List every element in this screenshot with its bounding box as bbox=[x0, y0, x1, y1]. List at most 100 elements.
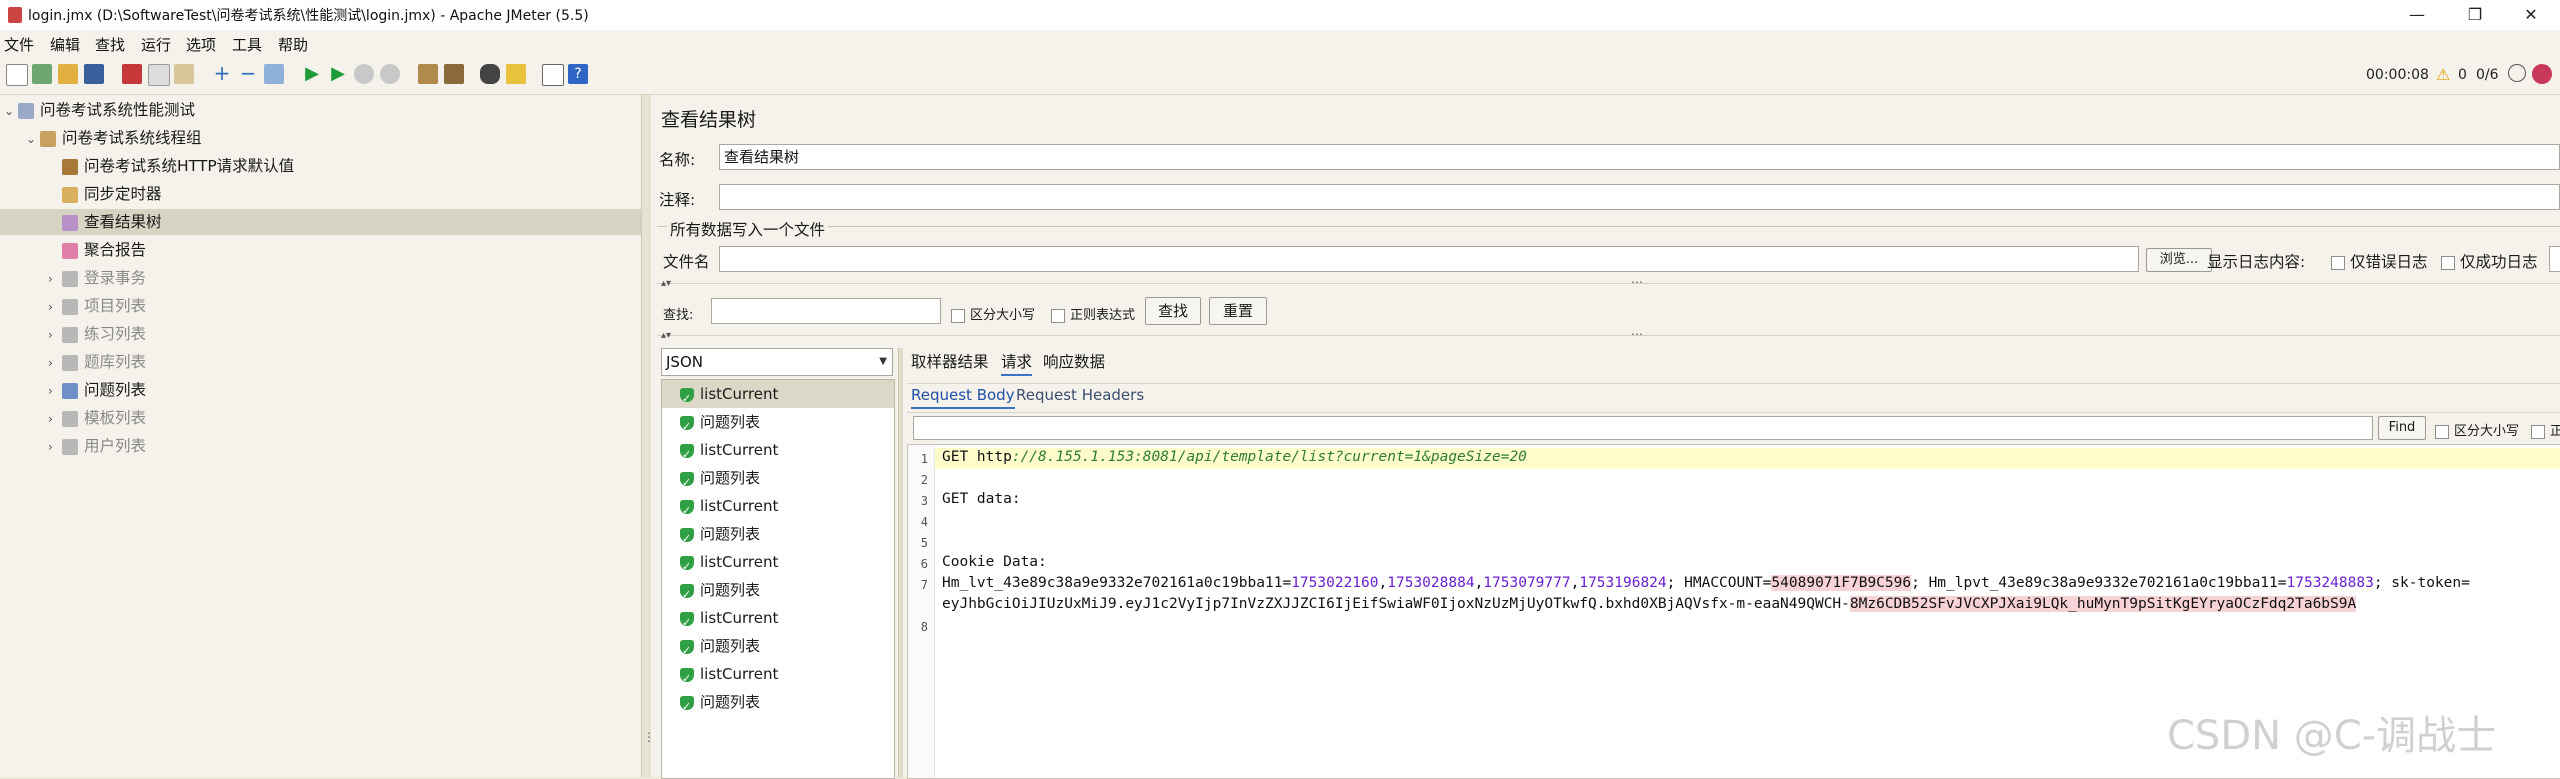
result-item[interactable]: 问题列表 bbox=[662, 576, 894, 609]
result-item[interactable]: 问题列表 bbox=[662, 408, 894, 441]
drag-handle-icon-2[interactable]: ⋯ bbox=[1631, 327, 1643, 341]
collapsed-arrow-icon[interactable]: › bbox=[48, 322, 62, 348]
maximize-button[interactable]: ❐ bbox=[2446, 0, 2504, 30]
find-case-checkbox[interactable]: 区分大小写 bbox=[2435, 420, 2519, 439]
collapsed-arrow-icon[interactable]: › bbox=[48, 294, 62, 320]
tree-node[interactable]: › 项目列表 bbox=[0, 293, 641, 319]
paste-icon[interactable] bbox=[174, 64, 194, 84]
start-icon[interactable]: ▶ bbox=[302, 64, 322, 84]
collapsed-arrow-icon[interactable]: › bbox=[48, 350, 62, 376]
case-sensitive-checkbox[interactable]: 区分大小写 bbox=[951, 304, 1035, 323]
result-item[interactable]: listCurrent bbox=[662, 492, 894, 525]
search-icon[interactable] bbox=[480, 64, 500, 84]
collapse-arrows-icon-2[interactable]: ▴▾ bbox=[661, 330, 671, 341]
reset-button[interactable]: 重置 bbox=[1209, 297, 1267, 325]
collapse-icon[interactable]: − bbox=[238, 63, 258, 84]
success-only-label: 仅成功日志 bbox=[2460, 253, 2538, 271]
tree-node[interactable]: › 问题列表 bbox=[0, 377, 641, 403]
cut-icon[interactable] bbox=[122, 64, 142, 84]
tree-node[interactable]: › 题库列表 bbox=[0, 349, 641, 375]
help-icon[interactable]: ? bbox=[568, 64, 588, 84]
result-item[interactable]: listCurrent bbox=[662, 380, 894, 413]
drag-handle-icon[interactable]: ⋯ bbox=[1631, 275, 1643, 289]
clear-all-icon[interactable] bbox=[444, 64, 464, 84]
subtab-request-body[interactable]: Request Body bbox=[911, 386, 1015, 409]
tree-node[interactable]: › 用户列表 bbox=[0, 433, 641, 459]
tree-node[interactable]: 同步定时器 bbox=[0, 181, 641, 207]
result-item[interactable]: 问题列表 bbox=[662, 520, 894, 553]
code-line-1: GET http://8.155.1.153:8081/api/template… bbox=[942, 449, 1527, 465]
collapsed-arrow-icon[interactable]: › bbox=[48, 378, 62, 404]
remote-icon[interactable] bbox=[2508, 64, 2526, 82]
renderer-select[interactable]: JSON ▼ bbox=[661, 348, 893, 376]
tree-node[interactable]: 查看结果树 bbox=[0, 209, 641, 235]
tab-request[interactable]: 请求 bbox=[1001, 350, 1033, 376]
expanded-arrow-icon[interactable]: ⌄ bbox=[4, 98, 18, 124]
result-item[interactable]: listCurrent bbox=[662, 660, 894, 693]
expand-icon[interactable]: + bbox=[212, 63, 232, 84]
save-icon[interactable] bbox=[84, 64, 104, 84]
collapsed-arrow-icon[interactable]: › bbox=[48, 406, 62, 432]
result-item[interactable]: listCurrent bbox=[662, 436, 894, 469]
tree-node[interactable]: ⌄ 问卷考试系统线程组 bbox=[0, 125, 641, 151]
collapse-arrows-icon[interactable]: ▴▾ bbox=[661, 278, 671, 289]
stop-icon[interactable] bbox=[354, 64, 374, 84]
menu-options[interactable]: 选项 bbox=[186, 34, 216, 55]
minimize-button[interactable]: — bbox=[2388, 0, 2446, 30]
regex-checkbox[interactable]: 正则表达式 bbox=[1051, 304, 1135, 323]
function-helper-icon[interactable] bbox=[542, 64, 564, 86]
collapsed-arrow-icon[interactable]: › bbox=[48, 266, 62, 292]
menu-search[interactable]: 查找 bbox=[95, 34, 125, 55]
result-item-label: 问题列表 bbox=[700, 693, 761, 711]
code-line-7-wrap: eyJhbGciOiJIUzUxMiJ9.eyJ1c2VyIjp7InVzZXJ… bbox=[942, 596, 2357, 612]
copy-icon[interactable] bbox=[148, 64, 170, 86]
result-item[interactable]: 问题列表 bbox=[662, 632, 894, 665]
result-item[interactable]: 问题列表 bbox=[662, 464, 894, 497]
tree-node[interactable]: › 登录事务 bbox=[0, 265, 641, 291]
menu-help[interactable]: 帮助 bbox=[278, 34, 308, 55]
tree-node[interactable]: 聚合报告 bbox=[0, 237, 641, 263]
log-viewer-icon[interactable] bbox=[2532, 64, 2552, 84]
find-regex-checkbox[interactable]: 正 bbox=[2531, 420, 2560, 439]
tab-sampler-result[interactable]: 取样器结果 bbox=[911, 350, 989, 372]
search-button[interactable]: 查找 bbox=[1145, 297, 1201, 325]
result-item[interactable]: listCurrent bbox=[662, 604, 894, 637]
subtab-request-headers[interactable]: Request Headers bbox=[1016, 386, 1144, 404]
search-field[interactable] bbox=[711, 298, 941, 324]
new-icon[interactable] bbox=[6, 64, 28, 86]
comment-field[interactable] bbox=[719, 184, 2560, 210]
tab-response-data[interactable]: 响应数据 bbox=[1043, 350, 1105, 372]
tree-node[interactable]: › 练习列表 bbox=[0, 321, 641, 347]
errors-only-checkbox[interactable]: 仅错误日志 bbox=[2331, 250, 2428, 272]
results-splitter[interactable] bbox=[898, 348, 903, 777]
close-button[interactable]: ✕ bbox=[2502, 0, 2560, 30]
transaction-icon bbox=[62, 354, 78, 371]
open-icon[interactable] bbox=[58, 64, 78, 84]
tree-node-label: 模板列表 bbox=[84, 409, 147, 427]
shutdown-icon[interactable] bbox=[380, 64, 400, 84]
expanded-arrow-icon[interactable]: ⌄ bbox=[26, 126, 40, 152]
tree-node[interactable]: ⌄ 问卷考试系统性能测试 bbox=[0, 97, 641, 123]
success-only-checkbox[interactable]: 仅成功日志 bbox=[2441, 250, 2538, 272]
name-field[interactable]: 查看结果树 bbox=[719, 144, 2560, 170]
warning-icon[interactable]: ⚠ bbox=[2436, 65, 2450, 84]
menu-run[interactable]: 运行 bbox=[141, 34, 171, 55]
collapsed-arrow-icon[interactable]: › bbox=[48, 434, 62, 460]
menu-tools[interactable]: 工具 bbox=[232, 34, 262, 55]
templates-icon[interactable] bbox=[32, 64, 52, 84]
find-field[interactable] bbox=[913, 416, 2373, 440]
result-item[interactable]: 问题列表 bbox=[662, 688, 894, 721]
menu-edit[interactable]: 编辑 bbox=[50, 34, 80, 55]
filename-field[interactable] bbox=[719, 246, 2139, 272]
tree-node[interactable]: 问卷考试系统HTTP请求默认值 bbox=[0, 153, 641, 179]
tree-node[interactable]: › 模板列表 bbox=[0, 405, 641, 431]
browse-button[interactable]: 浏览... bbox=[2146, 248, 2212, 272]
result-item[interactable]: listCurrent bbox=[662, 548, 894, 581]
find-button[interactable]: Find bbox=[2378, 416, 2426, 440]
clear-icon[interactable] bbox=[418, 64, 438, 84]
menu-file[interactable]: 文件 bbox=[4, 34, 34, 55]
toolbar: + − ▶ ▶ ? 00:00:08 ⚠ 0 0/6 bbox=[0, 56, 2560, 95]
start-no-pause-icon[interactable]: ▶ bbox=[328, 64, 348, 84]
toggle-icon[interactable] bbox=[264, 64, 284, 84]
reset-search-icon[interactable] bbox=[506, 64, 526, 84]
